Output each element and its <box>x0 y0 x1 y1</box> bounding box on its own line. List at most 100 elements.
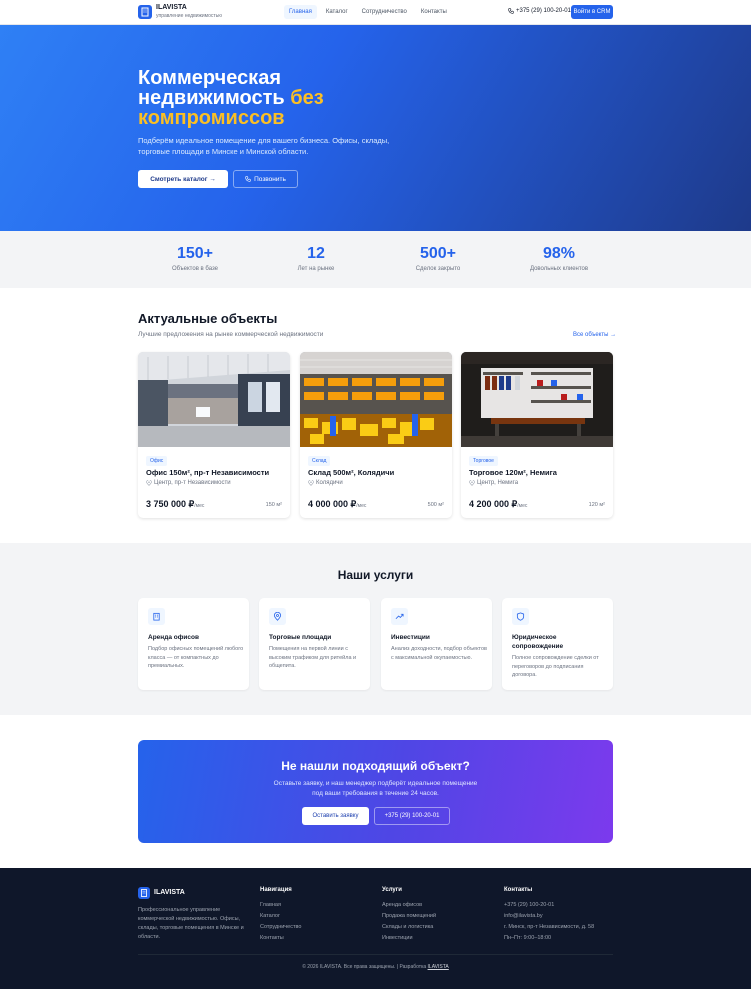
listing-tag: Торговое <box>469 456 498 466</box>
phone-icon <box>508 8 514 14</box>
listings-subtitle: Лучшие предложения на рынке коммерческой… <box>138 331 324 338</box>
hero-title-line1: Коммерческая <box>138 67 281 89</box>
listing-title: Офис 150м², пр-т Независимости <box>146 468 270 477</box>
stat-years: 12 Лет на рынке <box>256 245 376 272</box>
service-card-legal[interactable]: Юридическое сопровождение Полное сопрово… <box>502 598 613 690</box>
footer-email[interactable]: info@ilavista.by <box>504 911 594 922</box>
footer-link-catalog[interactable]: Каталог <box>260 911 301 922</box>
listing-price-value: 4 200 000 ₽ <box>469 499 518 509</box>
stats-section: 150+ Объектов в базе 12 Лет на рынке 500… <box>0 231 751 288</box>
footer-link-sales[interactable]: Продажа помещений <box>382 911 436 922</box>
listing-location-text: Колядичи <box>316 480 343 486</box>
map-pin-icon <box>308 480 314 486</box>
logo-name[interactable]: ILAVISTA <box>156 4 187 11</box>
header-phone-text: +375 (29) 100-20-01 <box>516 8 571 14</box>
footer-logo-building-icon[interactable] <box>138 887 150 899</box>
stat-objects: 150+ Объектов в базе <box>135 245 255 272</box>
service-description: Помещения на первой линии с высоким траф… <box>269 646 357 669</box>
service-title: Юридическое сопровождение <box>512 634 564 650</box>
hero-title-line2: недвижимость <box>138 87 285 109</box>
footer-phone[interactable]: +375 (29) 100-20-01 <box>504 900 594 911</box>
listing-area: 150 м² <box>265 502 282 508</box>
copyright-text: © 2026 ILAVISTA. Все права защищены. <box>302 964 396 970</box>
header-phone[interactable]: +375 (29) 100-20-01 <box>508 8 571 14</box>
nav-link-partnership[interactable]: Сотрудничество <box>357 5 412 19</box>
listing-location: Колядичи <box>308 480 343 486</box>
listing-location: Центр, пр-т Независимости <box>146 480 231 486</box>
listing-price-value: 3 750 000 ₽ <box>146 499 195 509</box>
cta-banner: Не нашли подходящий объект? Оставьте зая… <box>138 740 613 843</box>
stat-value: 150+ <box>176 245 214 262</box>
cta-phone-button[interactable]: +375 (29) 100-20-01 <box>374 807 450 825</box>
nav-link-contacts[interactable]: Контакты <box>416 5 452 19</box>
footer-link-home[interactable]: Главная <box>260 900 301 911</box>
listing-location-text: Центр, пр-т Независимости <box>154 480 231 486</box>
listing-photo-warehouse <box>300 352 452 447</box>
service-description: Полное сопровождение сделки от переговор… <box>512 655 599 678</box>
service-title: Инвестиции <box>391 634 430 641</box>
stat-deals: 500+ Сделок закрыто <box>378 245 498 272</box>
nav-link-home[interactable]: Главная <box>284 5 317 19</box>
logo-subtitle: управление недвижимостью <box>156 13 223 19</box>
cta-title: Не нашли подходящий объект? <box>281 759 470 773</box>
service-card-office-rent[interactable]: Аренда офисов Подбор офисных помещений л… <box>138 598 249 690</box>
listing-title: Торговое 120м², Немига <box>469 468 557 477</box>
stat-label: Сделок закрыто <box>415 266 461 272</box>
service-card-retail[interactable]: Торговые площади Помещения на первой лин… <box>259 598 370 690</box>
logo-building-icon[interactable] <box>138 5 152 19</box>
listing-card-office[interactable]: Офис Офис 150м², пр-т Независимости Цент… <box>138 352 290 518</box>
listing-photo-retail <box>461 352 613 447</box>
crm-login-button[interactable]: Войти в CRM <box>571 5 613 19</box>
all-objects-link[interactable]: Все объекты → <box>573 332 616 338</box>
footer-logo-name[interactable]: ILAVISTA <box>154 889 185 896</box>
stat-clients: 98% Довольных клиентов <box>499 245 619 272</box>
listing-tag: Склад <box>308 456 331 466</box>
footer-divider <box>138 954 613 955</box>
call-button[interactable]: Позвонить <box>233 170 298 188</box>
footer-link-office-rent[interactable]: Аренда офисов <box>382 900 436 911</box>
listing-area: 500 м² <box>427 502 444 508</box>
trend-up-icon <box>391 608 408 625</box>
call-button-label: Позвонить <box>254 175 286 183</box>
stat-value: 12 <box>307 245 325 262</box>
site-header: ILAVISTA управление недвижимостью Главна… <box>0 0 751 25</box>
developer-prefix: | Разработка <box>396 964 427 970</box>
service-title: Аренда офисов <box>148 634 199 641</box>
service-card-investments[interactable]: Инвестиции Анализ доходности, подбор объ… <box>381 598 492 690</box>
stat-label: Довольных клиентов <box>529 266 589 272</box>
footer-link-investments[interactable]: Инвестиции <box>382 933 436 944</box>
hero-subtitle: Подберём идеальное помещение для вашего … <box>138 136 390 156</box>
footer-services-column: Услуги Аренда офисов Продажа помещений С… <box>382 887 436 944</box>
listing-photo-office <box>138 352 290 447</box>
cta-text: Оставьте заявку, и наш менеджер подберёт… <box>273 780 478 797</box>
listings-title: Актуальные объекты <box>138 311 278 326</box>
footer-address: г. Минск, пр-т Независимости, д. 58 <box>504 924 595 930</box>
listing-location: Центр, Немига <box>469 480 518 486</box>
shield-icon <box>512 608 529 625</box>
footer-nav-column: Навигация Главная Каталог Сотрудничество… <box>260 887 301 944</box>
services-title: Наши услуги <box>337 568 414 582</box>
view-catalog-button[interactable]: Смотреть каталог → <box>138 170 228 188</box>
listing-price-value: 4 000 000 ₽ <box>308 499 357 509</box>
listing-price: 4 000 000 ₽/мес <box>308 499 366 510</box>
nav-link-catalog[interactable]: Каталог <box>321 5 353 19</box>
service-description: Анализ доходности, подбор объектов с мак… <box>391 646 487 661</box>
site-footer: ILAVISTA Профессиональное управление ком… <box>0 868 751 989</box>
footer-link-contacts[interactable]: Контакты <box>260 933 301 944</box>
services-section: Наши услуги Аренда офисов Подбор офисных… <box>0 543 751 715</box>
footer-hours: Пн–Пт: 9:00–18:00 <box>504 935 552 941</box>
map-pin-icon <box>269 608 286 625</box>
building-icon <box>148 608 165 625</box>
developer-link[interactable]: ILAVISTA <box>428 964 449 970</box>
leave-request-button[interactable]: Оставить заявку <box>302 807 369 825</box>
listing-title: Склад 500м², Колядичи <box>308 468 395 477</box>
main-nav: Главная Каталог Сотрудничество Контакты <box>284 5 452 19</box>
footer-description: Профессиональное управление коммерческой… <box>138 907 244 940</box>
footer-link-partnership[interactable]: Сотрудничество <box>260 922 301 933</box>
listing-card-warehouse[interactable]: Склад Склад 500м², Колядичи Колядичи 4 0… <box>300 352 452 518</box>
footer-copyright: © 2026 ILAVISTA. Все права защищены. | Р… <box>0 964 751 970</box>
footer-link-warehouses[interactable]: Склады и логистика <box>382 922 436 933</box>
listing-location-text: Центр, Немига <box>477 480 519 486</box>
listing-card-retail[interactable]: Торговое Торговое 120м², Немига Центр, Н… <box>461 352 613 518</box>
stat-label: Лет на рынке <box>297 266 335 272</box>
